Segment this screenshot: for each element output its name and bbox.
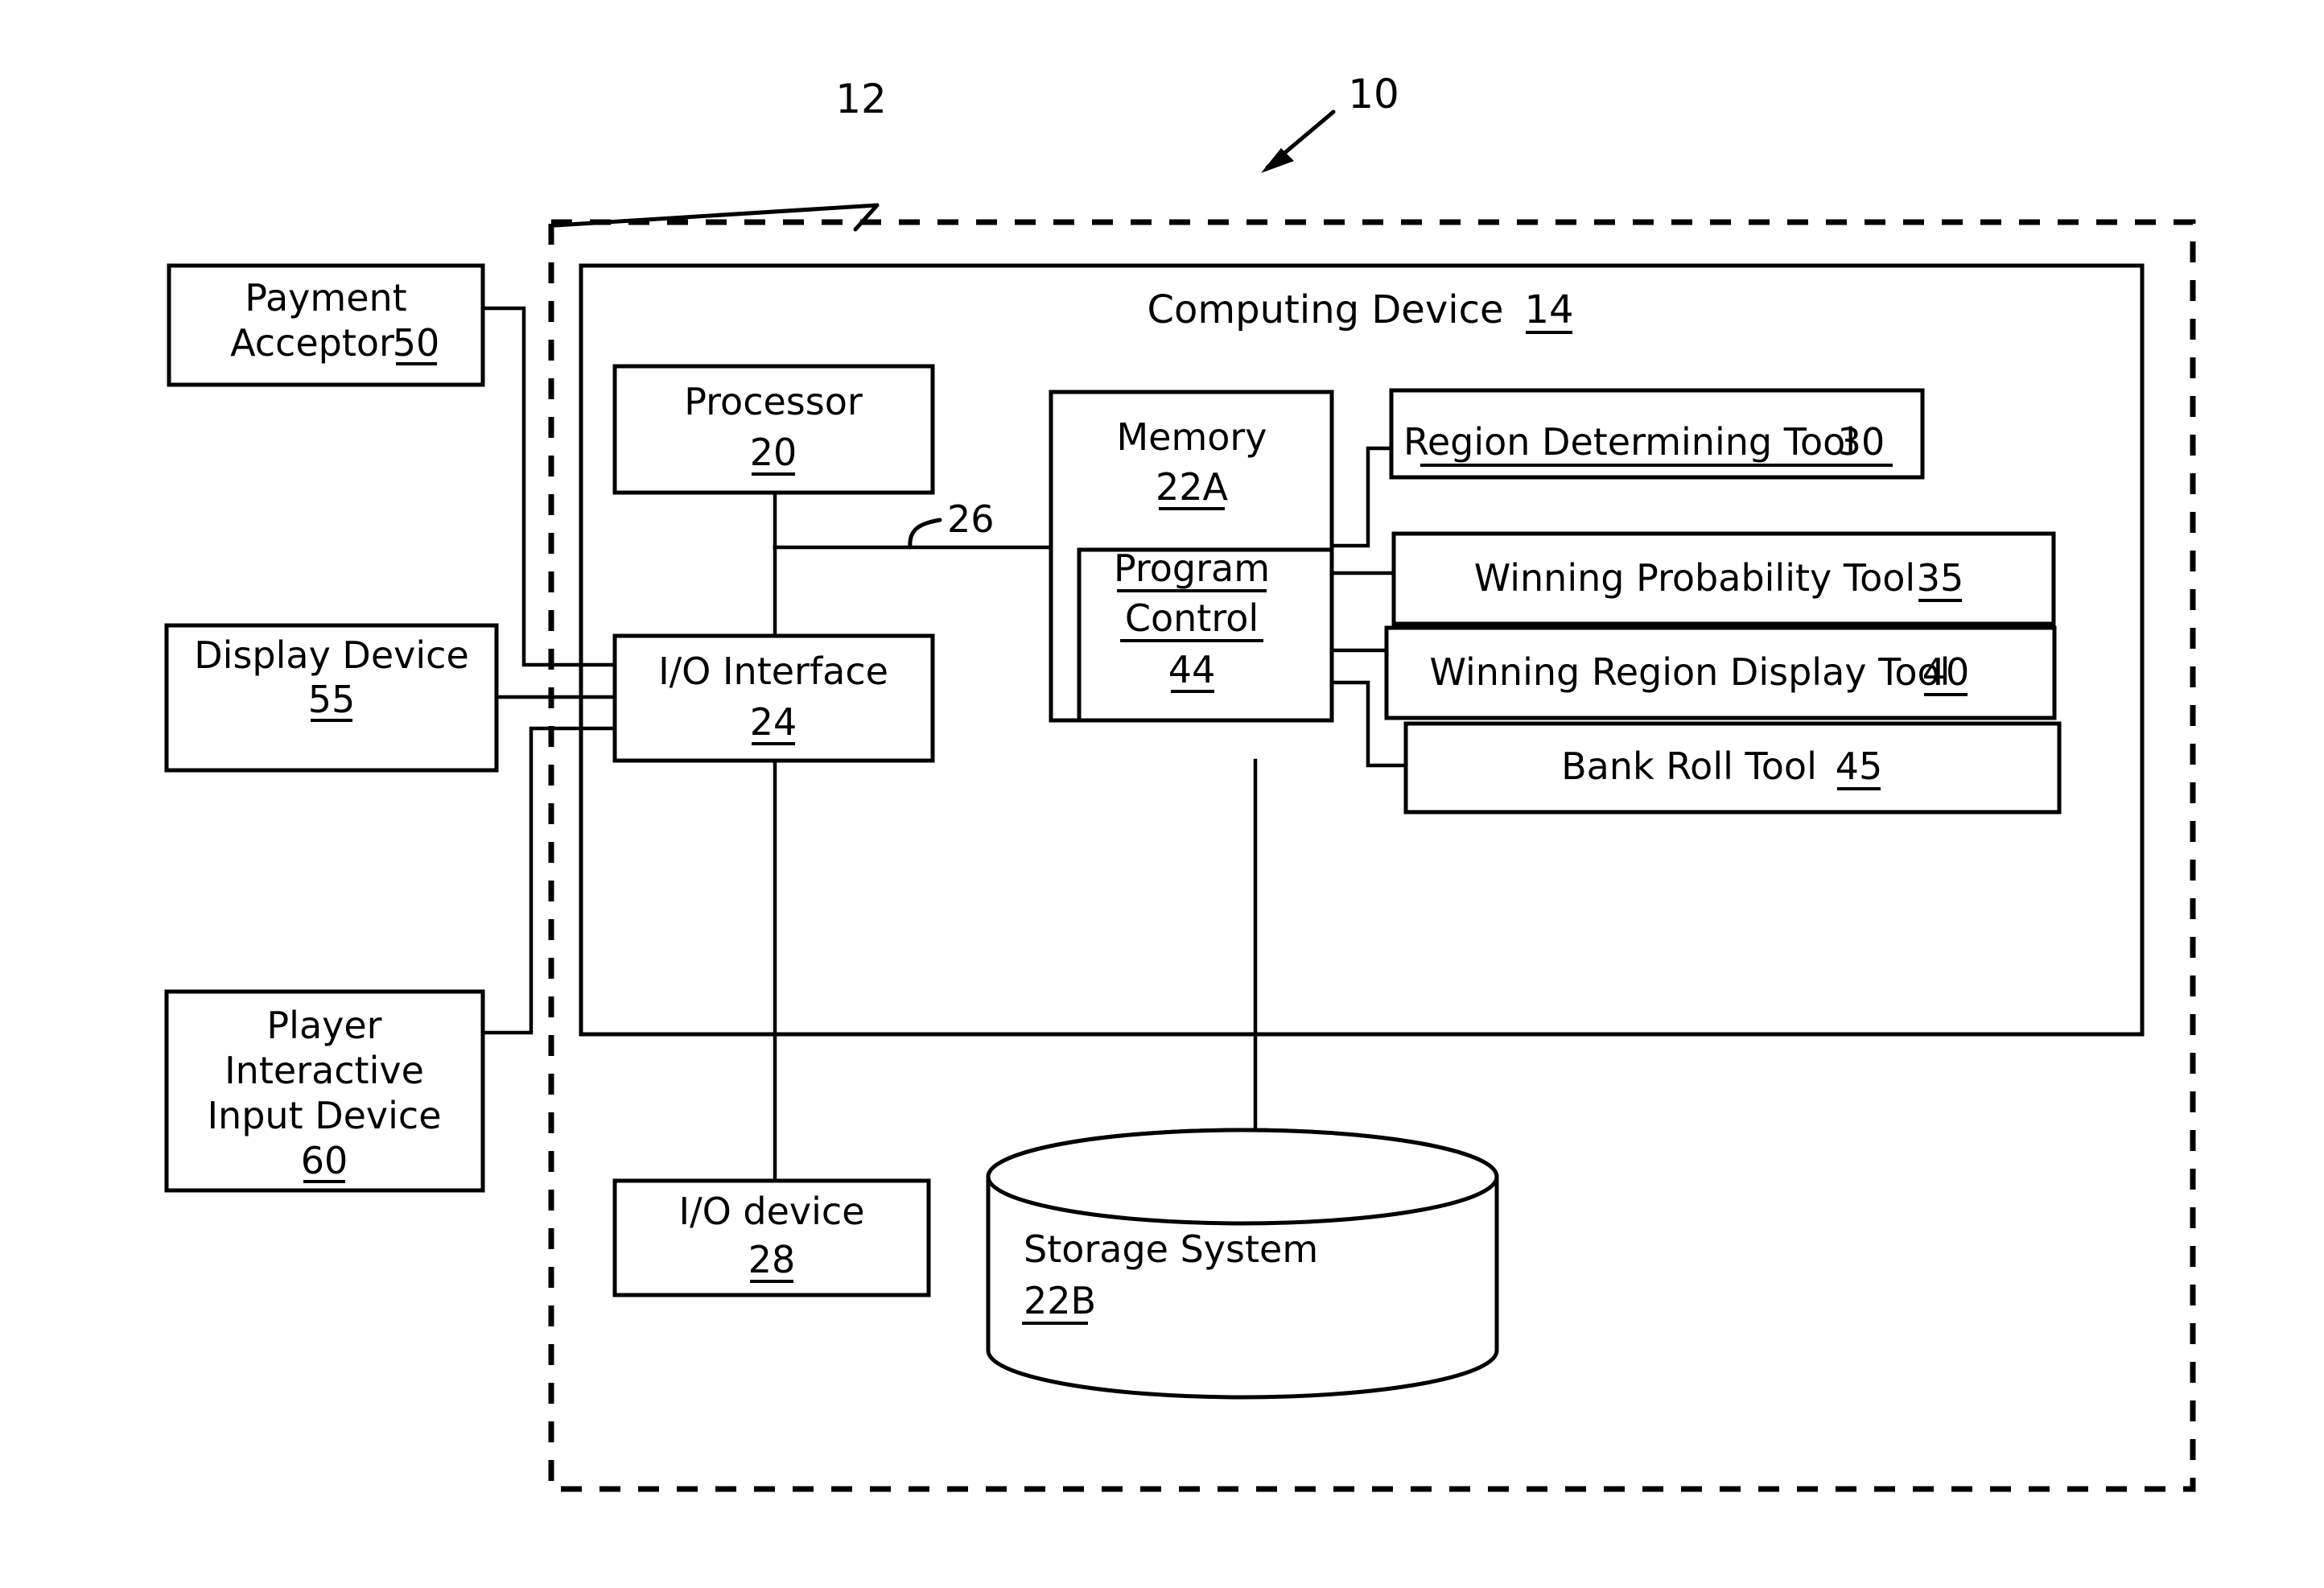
player-input-ref: 60 bbox=[301, 1139, 348, 1182]
program-control-ref: 44 bbox=[1168, 648, 1216, 691]
io-device-label: I/O device bbox=[679, 1190, 865, 1233]
io-device-block: I/O device 28 bbox=[612, 1178, 931, 1297]
reference-leader-10 bbox=[1261, 109, 1336, 173]
winning-region-display-tool-block: Winning Region Display Tool 40 bbox=[1384, 625, 2057, 720]
computing-device-header-label: Computing Device bbox=[1148, 287, 1504, 332]
payment-acceptor-ref: 50 bbox=[393, 321, 440, 365]
player-input-label-line3: Input Device bbox=[207, 1094, 441, 1137]
memory-block: Memory 22A Program Control 44 bbox=[1049, 390, 1334, 723]
processor-ref: 20 bbox=[750, 431, 797, 474]
figure-svg: 12 10 26 Payment Acceptor 50 Display Dev… bbox=[164, 71, 2196, 1492]
io-interface-label: I/O Interface bbox=[658, 650, 888, 693]
player-interactive-input-device-block: Player Interactive Input Device 60 bbox=[164, 989, 485, 1193]
storage-system-label: Storage System bbox=[1024, 1227, 1318, 1271]
bus-reference-label-26: 26 bbox=[947, 497, 995, 541]
processor-label: Processor bbox=[684, 380, 863, 423]
io-interface-block: I/O Interface 24 bbox=[612, 633, 935, 763]
winning-probability-tool-label: Winning Probability Tool bbox=[1474, 556, 1915, 600]
computing-device-header: Computing Device 14 bbox=[1148, 287, 1574, 334]
region-determining-tool-label: Region Determining Tool bbox=[1403, 420, 1856, 464]
memory-ref: 22A bbox=[1156, 465, 1229, 509]
program-control-label-line2: Control bbox=[1125, 596, 1259, 640]
payment-acceptor-label-line2: Acceptor bbox=[230, 321, 394, 365]
program-control-label-line1: Program bbox=[1114, 547, 1270, 590]
bus-reference-leader-26 bbox=[908, 518, 942, 550]
reference-label-10: 10 bbox=[1348, 71, 1399, 118]
storage-system-ref: 22B bbox=[1024, 1279, 1096, 1322]
payment-acceptor-block: Payment Acceptor 50 bbox=[167, 263, 485, 387]
winning-region-display-tool-label: Winning Region Display Tool bbox=[1430, 650, 1951, 694]
memory-label: Memory bbox=[1116, 415, 1267, 459]
computing-device-header-ref: 14 bbox=[1524, 287, 1573, 332]
player-input-label-line1: Player bbox=[266, 1004, 381, 1047]
patent-figure-canvas: 12 10 26 Payment Acceptor 50 Display Dev… bbox=[0, 0, 2324, 1588]
processor-block: Processor 20 bbox=[612, 364, 935, 495]
display-device-ref: 55 bbox=[308, 678, 356, 721]
bank-roll-tool-ref: 45 bbox=[1836, 745, 1883, 788]
io-device-ref: 28 bbox=[748, 1238, 796, 1281]
display-device-label: Display Device bbox=[194, 633, 469, 677]
region-determining-tool-block: Region Determining Tool 30 bbox=[1389, 388, 1925, 480]
winning-region-display-tool-ref: 40 bbox=[1922, 650, 1970, 694]
reference-leader-12 bbox=[853, 203, 880, 232]
reference-label-12: 12 bbox=[835, 76, 887, 122]
payment-acceptor-label-line1: Payment bbox=[245, 276, 406, 320]
io-interface-ref: 24 bbox=[750, 700, 797, 744]
player-input-label-line2: Interactive bbox=[225, 1049, 424, 1092]
display-device-block: Display Device 55 bbox=[164, 623, 499, 773]
bank-roll-tool-label: Bank Roll Tool bbox=[1561, 745, 1817, 788]
winning-probability-tool-ref: 35 bbox=[1917, 556, 1964, 600]
program-control-block: Program Control 44 bbox=[1077, 547, 1334, 723]
storage-system-block: Storage System 22B bbox=[986, 1128, 1499, 1400]
bank-roll-tool-block: Bank Roll Tool 45 bbox=[1403, 721, 2062, 815]
region-determining-tool-ref: 30 bbox=[1838, 420, 1885, 464]
winning-probability-tool-block: Winning Probability Tool 35 bbox=[1391, 531, 2056, 626]
